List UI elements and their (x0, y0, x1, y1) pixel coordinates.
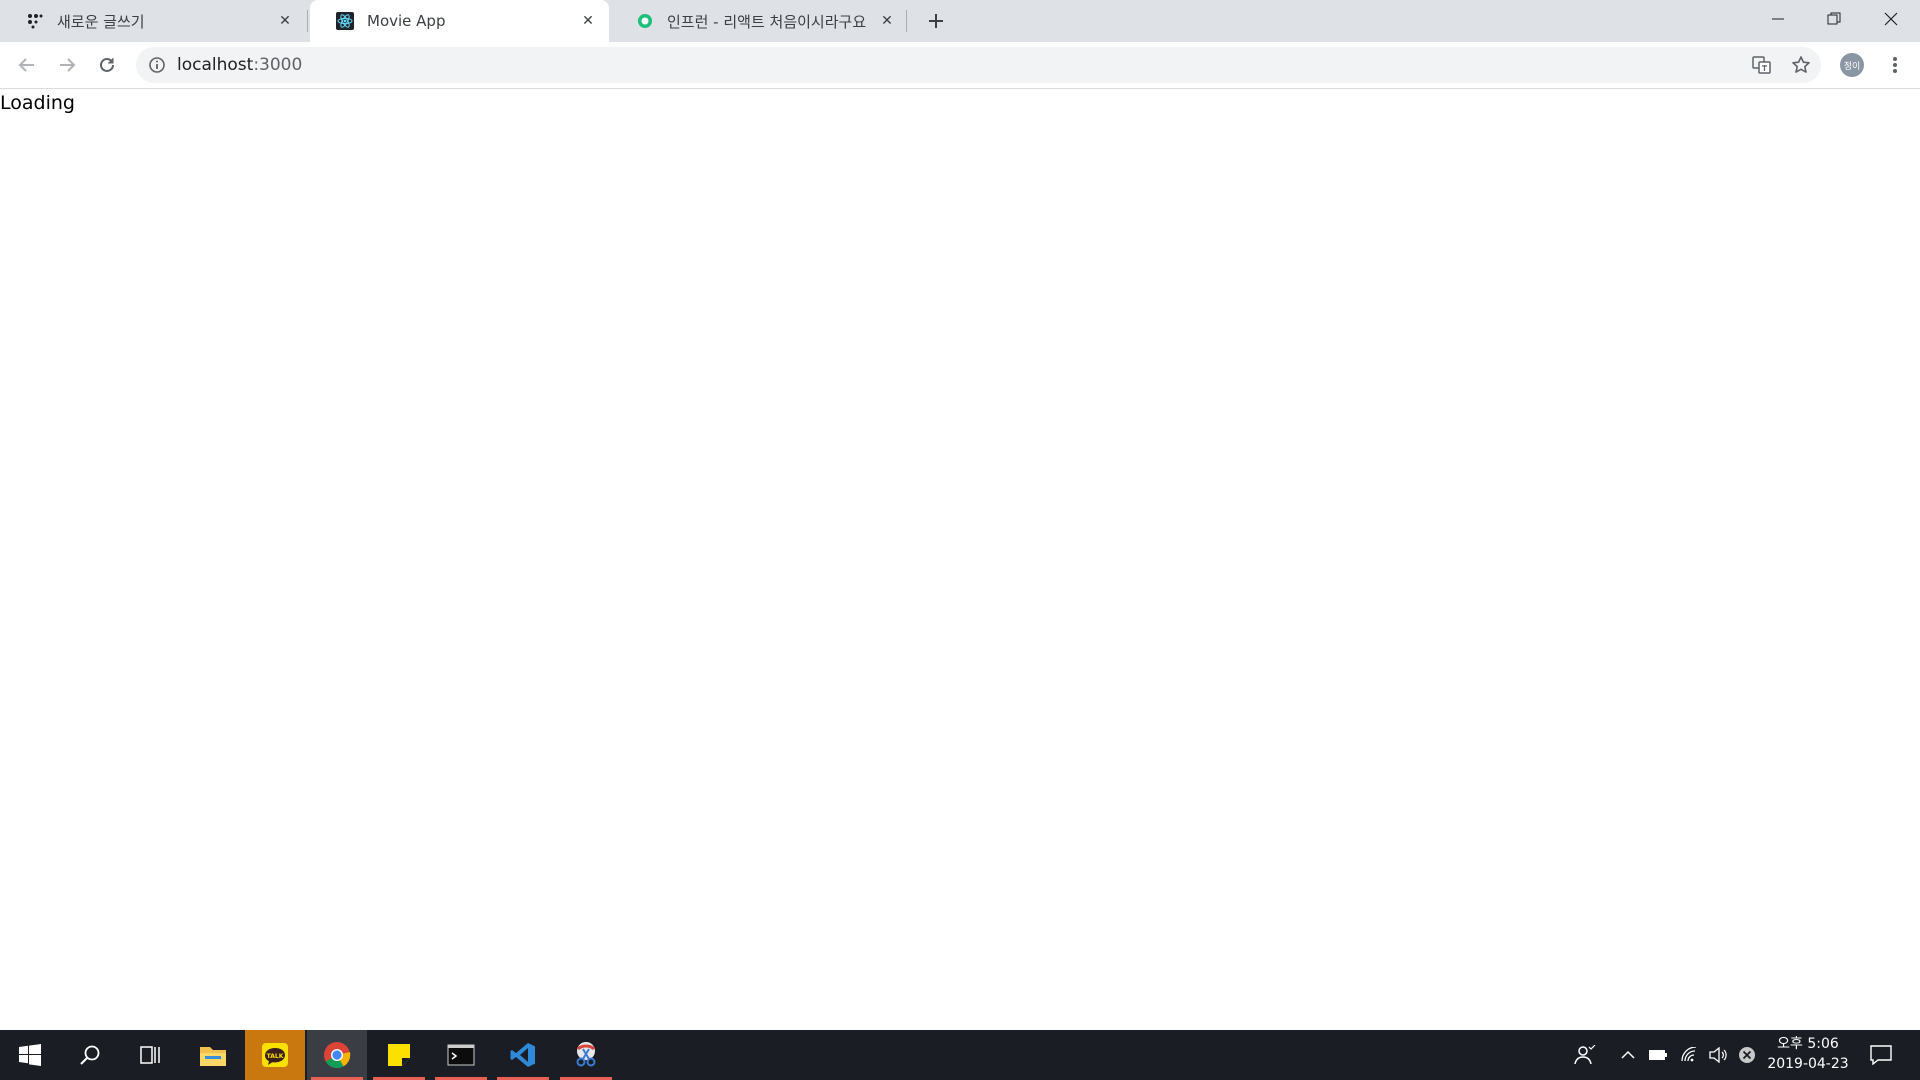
taskbar-chrome[interactable] (307, 1030, 367, 1080)
reload-icon (100, 57, 114, 72)
system-clock[interactable]: 오후 5:06 2019-04-23 (1760, 1030, 1856, 1080)
inflearn-icon (636, 12, 654, 30)
taskbar-file-explorer[interactable] (183, 1030, 243, 1080)
chevron-up-icon (1621, 1050, 1635, 1059)
star-icon[interactable] (1791, 55, 1811, 75)
translate-icon[interactable] (1752, 55, 1772, 75)
kakaotalk-icon: TALK (262, 1043, 288, 1067)
url-text: localhost:3000 (177, 47, 302, 83)
task-view-icon (140, 1046, 160, 1064)
vscode-icon (510, 1043, 535, 1067)
minimize-icon (1772, 18, 1784, 20)
loading-text: Loading (0, 92, 75, 114)
taskbar-sticky-notes[interactable] (369, 1030, 429, 1080)
taskbar-snipping-tool[interactable] (556, 1030, 616, 1080)
reload-button[interactable] (92, 50, 122, 80)
forward-button[interactable] (52, 50, 82, 80)
notification-error[interactable] (1735, 1030, 1759, 1080)
tab-new-post[interactable]: 새로운 글쓰기 ✕ (0, 0, 306, 42)
taskbar-vscode[interactable] (493, 1030, 553, 1080)
start-button[interactable] (0, 1030, 60, 1080)
kebab-menu-icon (1893, 57, 1897, 73)
tab-strip: 새로운 글쓰기 ✕ Movie App ✕ 인프런 - 리액트 처음이시라구요 … (0, 0, 1920, 42)
close-icon[interactable]: ✕ (878, 12, 896, 30)
sticky-notes-icon (388, 1044, 410, 1066)
taskbar-kakaotalk[interactable]: TALK (245, 1030, 305, 1080)
people-button[interactable] (1570, 1030, 1600, 1080)
restore-button[interactable] (1805, 0, 1863, 38)
restore-icon (1827, 12, 1841, 25)
back-button[interactable] (12, 50, 42, 80)
windows-logo-icon (19, 1044, 41, 1066)
url-host: localhost (177, 55, 254, 75)
minimize-button[interactable] (1749, 0, 1807, 38)
show-hidden-icons-button[interactable] (1616, 1030, 1640, 1080)
page-viewport: Loading (0, 89, 1920, 1029)
plus-icon (929, 14, 943, 28)
people-icon (1574, 1045, 1596, 1065)
task-view-button[interactable] (120, 1030, 180, 1080)
dots-grid-icon (26, 12, 44, 30)
network-status[interactable] (1677, 1030, 1701, 1080)
wifi-icon (1681, 1047, 1697, 1062)
close-icon[interactable]: ✕ (579, 12, 597, 30)
url-port: :3000 (253, 55, 303, 75)
folder-icon (200, 1047, 226, 1066)
menu-button[interactable] (1880, 50, 1910, 80)
volume-control[interactable] (1706, 1030, 1730, 1080)
speaker-icon (1709, 1047, 1727, 1063)
chrome-icon (324, 1042, 351, 1069)
battery-icon (1649, 1050, 1667, 1060)
arrow-left-icon (18, 58, 34, 72)
chat-bubble-icon (1870, 1045, 1892, 1065)
terminal-icon (447, 1044, 475, 1066)
profile-avatar[interactable]: 정이 (1840, 53, 1864, 77)
close-icon (1884, 12, 1898, 26)
search-icon (80, 1045, 100, 1065)
search-button[interactable] (60, 1030, 120, 1080)
tab-inflearn[interactable]: 인프런 - 리액트 처음이시라구요 ✕ (610, 0, 908, 42)
new-tab-button[interactable] (921, 6, 951, 36)
x-circle-icon (1739, 1047, 1755, 1063)
tab-label: Movie App (367, 12, 446, 30)
action-center-button[interactable] (1866, 1030, 1896, 1080)
info-icon[interactable] (148, 56, 166, 74)
tab-separator (906, 10, 907, 32)
tab-movie-app[interactable]: Movie App ✕ (310, 0, 609, 42)
svg-text:TALK: TALK (267, 1053, 284, 1060)
scissors-icon (576, 1042, 596, 1067)
address-bar[interactable]: localhost:3000 (136, 47, 1821, 83)
taskbar: TALK 오후 5:06 2019-04-23 (0, 1030, 1920, 1080)
tab-label: 새로운 글쓰기 (57, 12, 145, 31)
tab-label: 인프런 - 리액트 처음이시라구요 (667, 12, 867, 31)
taskbar-terminal[interactable] (431, 1030, 491, 1080)
arrow-right-icon (60, 58, 76, 72)
clock-date: 2019-04-23 (1767, 1056, 1849, 1072)
battery-status[interactable] (1646, 1030, 1670, 1080)
close-window-button[interactable] (1862, 0, 1920, 38)
clock-time: 오후 5:06 (1777, 1036, 1839, 1052)
tab-separator (307, 10, 308, 32)
close-icon[interactable]: ✕ (276, 12, 294, 30)
react-icon (336, 12, 354, 30)
browser-toolbar: localhost:3000 정이 (0, 42, 1920, 89)
